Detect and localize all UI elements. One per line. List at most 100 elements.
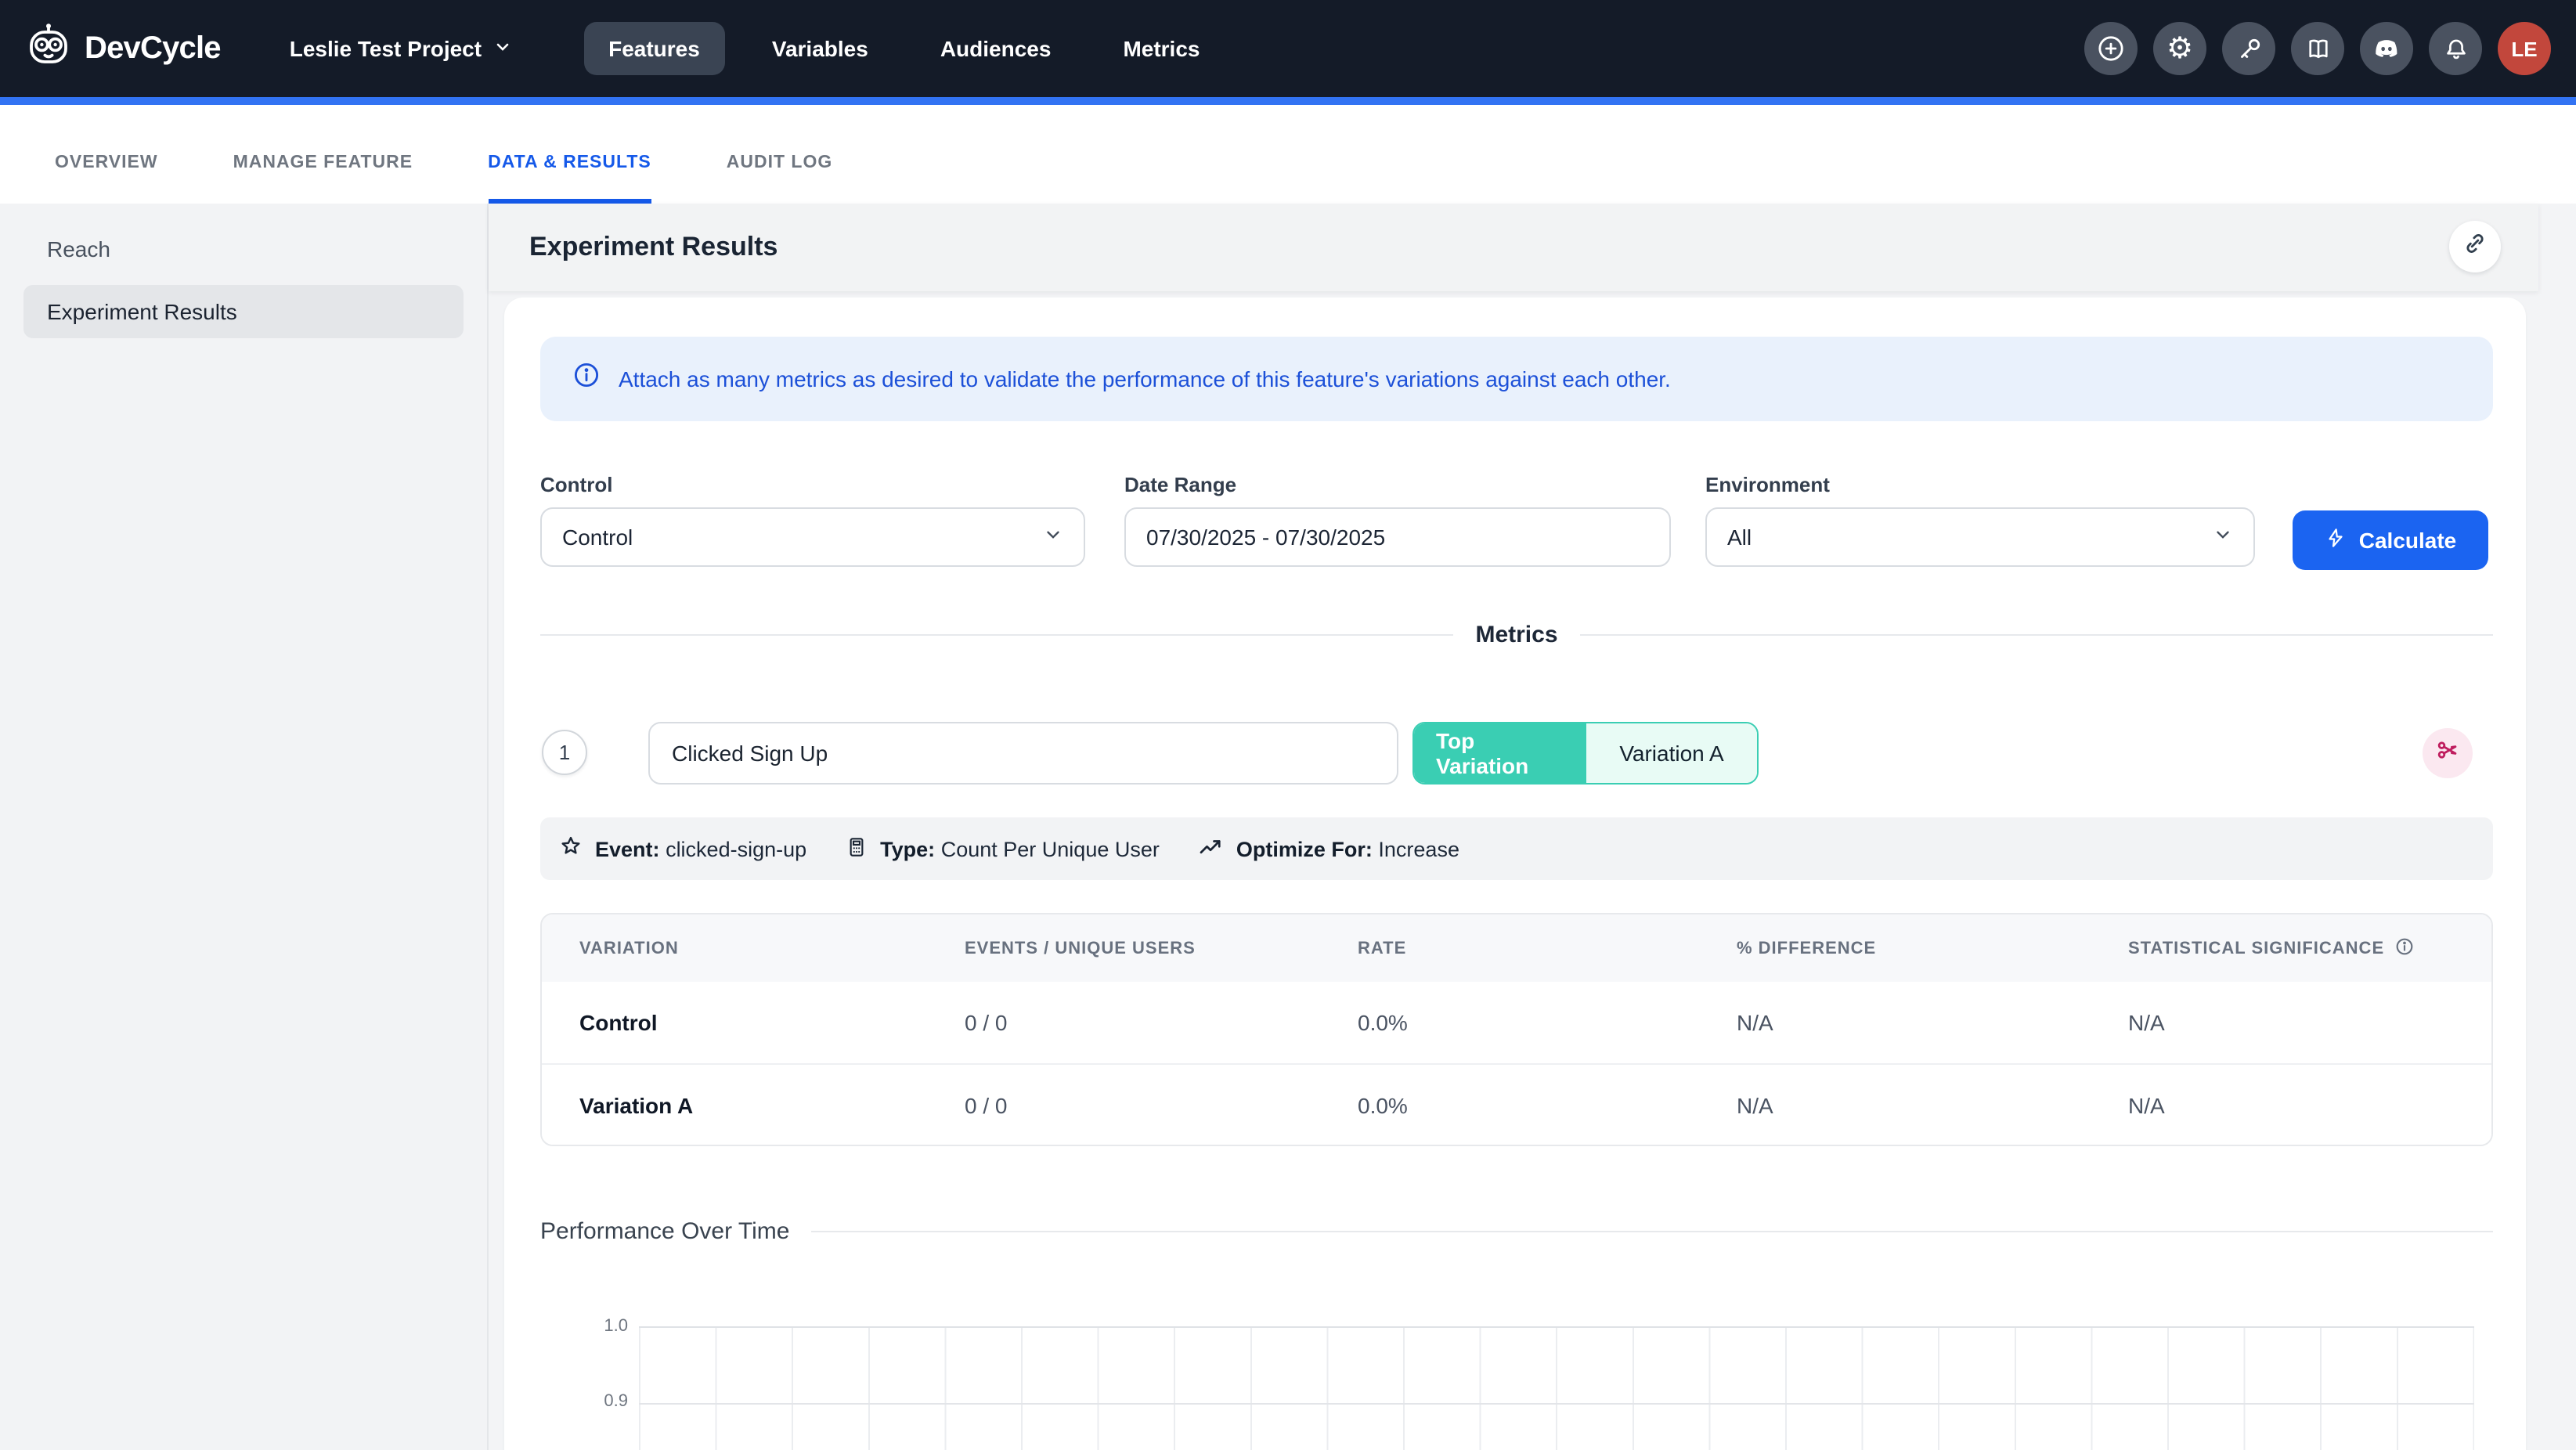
calculate-button-label: Calculate — [2359, 528, 2457, 553]
open-book-icon — [2303, 34, 2332, 63]
nav-item-audiences[interactable]: Audiences — [915, 22, 1077, 75]
info-icon[interactable] — [2394, 936, 2414, 961]
metric-meta-bar: Event: clicked-sign-up Type: Count Per U… — [540, 817, 2493, 880]
settings-button[interactable]: ⚙ — [2153, 22, 2206, 75]
api-keys-button[interactable] — [2222, 22, 2275, 75]
tab-overview[interactable]: OVERVIEW — [55, 153, 158, 204]
row-significance: N/A — [2128, 1092, 2491, 1117]
metric-index-badge: 1 — [542, 730, 587, 775]
toggle-top-variation[interactable]: Top Variation — [1414, 723, 1585, 783]
divider-line — [1580, 634, 2493, 636]
metrics-heading: Metrics — [1475, 622, 1557, 648]
notifications-button[interactable] — [2429, 22, 2482, 75]
date-range-value: 07/30/2025 - 07/30/2025 — [1146, 525, 1385, 550]
scissors-icon — [2433, 735, 2462, 771]
docs-button[interactable] — [2291, 22, 2344, 75]
chart-plot-area — [639, 1326, 2474, 1450]
col-events-unique-users: EVENTS / UNIQUE USERS — [965, 939, 1358, 958]
col-statistical-significance: STATISTICAL SIGNIFICANCE — [2128, 936, 2491, 961]
row-variation: Control — [579, 1010, 965, 1035]
control-select[interactable]: Control — [540, 507, 1085, 567]
gear-icon: ⚙ — [2167, 34, 2193, 63]
calculate-button[interactable]: Calculate — [2293, 510, 2488, 570]
tab-audit-log[interactable]: AUDIT LOG — [727, 153, 833, 204]
metric-event: Event: clicked-sign-up — [557, 833, 806, 864]
type-label: Type: — [880, 837, 935, 860]
user-avatar[interactable]: LE — [2498, 22, 2551, 75]
col-variation: VARIATION — [579, 939, 965, 958]
info-banner: Attach as many metrics as desired to val… — [540, 337, 2493, 421]
row-rate: 0.0% — [1358, 1092, 1737, 1117]
top-navigation-bar: DevCycle Leslie Test Project Features Va… — [0, 0, 2576, 97]
performance-title: Performance Over Time — [540, 1218, 789, 1245]
row-difference: N/A — [1737, 1010, 2128, 1035]
project-selector-label: Leslie Test Project — [290, 36, 482, 61]
row-variation: Variation A — [579, 1092, 965, 1117]
top-icon-buttons: ⚙ LE — [2084, 0, 2551, 97]
accent-strip — [0, 97, 2576, 105]
row-rate: 0.0% — [1358, 1010, 1737, 1035]
environment-label: Environment — [1705, 473, 2255, 496]
environment-select-value: All — [1727, 525, 1752, 550]
row-difference: N/A — [1737, 1092, 2128, 1117]
y-axis-tick-2: 0.9 — [587, 1392, 628, 1411]
metric-name-input[interactable] — [648, 722, 1398, 785]
page-header: Experiment Results — [489, 204, 2538, 291]
environment-select[interactable]: All — [1705, 507, 2255, 567]
control-label: Control — [540, 473, 1085, 496]
tab-manage-feature[interactable]: MANAGE FEATURE — [233, 153, 413, 204]
chevron-down-icon — [492, 36, 511, 61]
calculator-icon — [844, 834, 869, 864]
copy-link-button[interactable] — [2449, 221, 2501, 272]
results-table-header: VARIATION EVENTS / UNIQUE USERS RATE % D… — [542, 914, 2491, 982]
feature-tabs: OVERVIEW MANAGE FEATURE DATA & RESULTS A… — [0, 105, 2576, 204]
col-rate: RATE — [1358, 939, 1737, 958]
table-row-control: Control 0 / 0 0.0% N/A N/A — [542, 982, 2491, 1063]
event-value: clicked-sign-up — [666, 837, 806, 860]
info-banner-text: Attach as many metrics as desired to val… — [619, 366, 1671, 391]
performance-chart: 1.0 0.9 — [540, 1268, 2493, 1450]
remove-metric-button[interactable] — [2423, 728, 2473, 778]
devcycle-robot-icon — [23, 21, 74, 76]
sidebar-item-experiment-results[interactable]: Experiment Results — [23, 285, 464, 338]
app-window: DevCycle Leslie Test Project Features Va… — [0, 0, 2576, 1450]
divider-line — [811, 1231, 2493, 1232]
discord-icon — [2371, 33, 2402, 64]
metric-type: Type: Count Per Unique User — [844, 834, 1160, 864]
sidebar-item-reach[interactable]: Reach — [23, 222, 464, 276]
brand-name: DevCycle — [85, 31, 221, 67]
discord-button[interactable] — [2360, 22, 2413, 75]
star-icon — [557, 833, 584, 864]
toggle-variation-a[interactable]: Variation A — [1585, 723, 1757, 783]
chevron-down-icon — [2213, 525, 2233, 550]
row-events: 0 / 0 — [965, 1092, 1358, 1117]
performance-section-header: Performance Over Time — [540, 1218, 2493, 1245]
add-circle-button[interactable] — [2084, 22, 2138, 75]
date-range-filter: Date Range 07/30/2025 - 07/30/2025 — [1124, 473, 1671, 567]
project-selector[interactable]: Leslie Test Project — [290, 36, 511, 61]
lightning-bolt-icon — [2325, 526, 2348, 554]
primary-nav: Features Variables Audiences Metrics — [583, 22, 1225, 75]
col-percent-difference: % DIFFERENCE — [1737, 939, 2128, 958]
row-events: 0 / 0 — [965, 1010, 1358, 1035]
variation-toggle: Top Variation Variation A — [1412, 722, 1759, 785]
metrics-divider: Metrics — [540, 622, 2493, 648]
bell-icon — [2441, 34, 2470, 63]
page-title: Experiment Results — [529, 232, 777, 263]
nav-item-variables[interactable]: Variables — [747, 22, 893, 75]
tab-data-and-results[interactable]: DATA & RESULTS — [488, 153, 651, 204]
metric-row: 1 Top Variation Variation A — [540, 722, 2493, 785]
divider-line — [540, 634, 1453, 636]
gridline-0-9 — [639, 1403, 2474, 1405]
row-significance: N/A — [2128, 1010, 2491, 1035]
chevron-down-icon — [1043, 525, 1063, 550]
info-icon — [572, 360, 601, 398]
col-statistical-significance-label: STATISTICAL SIGNIFICANCE — [2128, 939, 2384, 958]
results-sidebar: Reach Experiment Results — [0, 204, 489, 1450]
optimize-for-label: Optimize For: — [1236, 837, 1373, 860]
date-range-input[interactable]: 07/30/2025 - 07/30/2025 — [1124, 507, 1671, 567]
devcycle-logo[interactable]: DevCycle — [23, 21, 221, 76]
metric-optimize-for: Optimize For: Increase — [1197, 832, 1459, 865]
nav-item-features[interactable]: Features — [583, 22, 725, 75]
nav-item-metrics[interactable]: Metrics — [1098, 22, 1225, 75]
